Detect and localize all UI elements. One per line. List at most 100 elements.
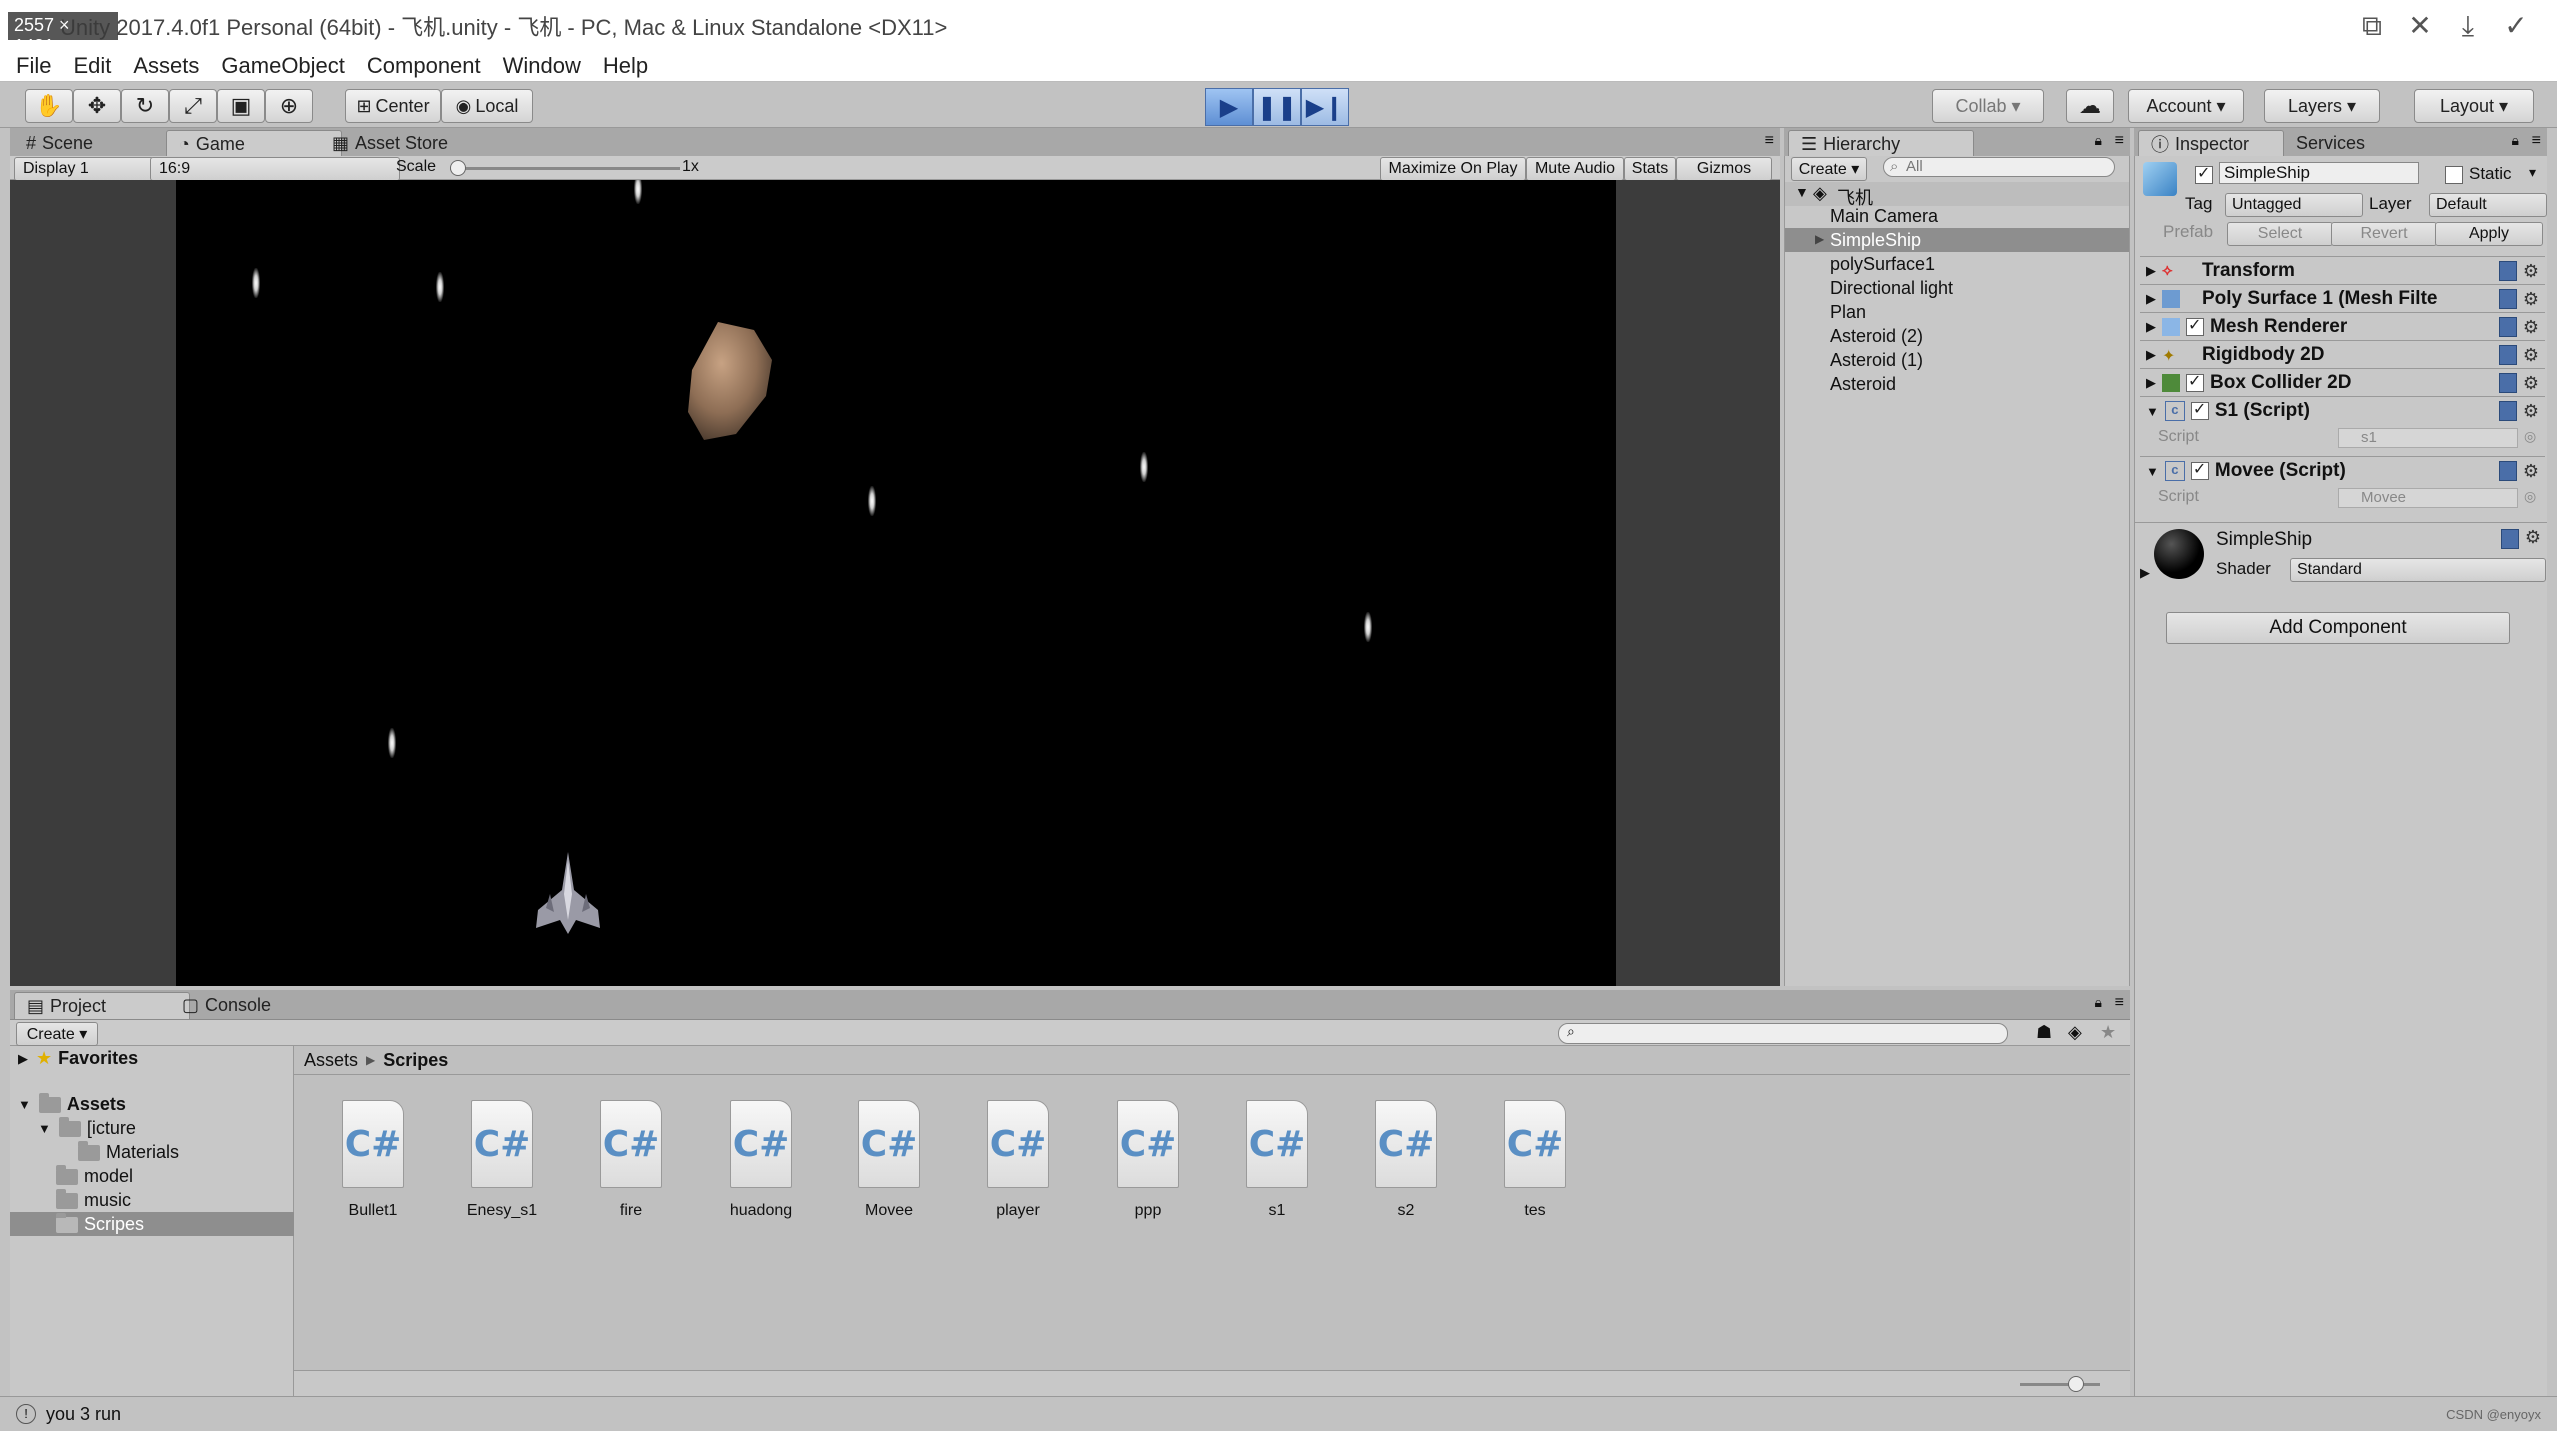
tree-item-model[interactable]: model <box>56 1164 133 1187</box>
tab-game[interactable]: ◔ Game <box>166 130 342 157</box>
icon-size-slider[interactable] <box>2020 1383 2100 1386</box>
check-icon[interactable]: ✓ <box>2498 8 2534 44</box>
tab-inspector[interactable]: ⓘ Inspector <box>2138 130 2284 157</box>
hand-tool-icon[interactable]: ✋ <box>25 89 73 123</box>
gear-icon[interactable]: ⚙ <box>2523 373 2539 394</box>
file-item[interactable]: C# Bullet1 <box>318 1100 428 1220</box>
pause-button[interactable]: ❚❚ <box>1253 88 1301 126</box>
menu-assets[interactable]: Assets <box>133 53 199 79</box>
active-checkbox[interactable] <box>2195 163 2213 184</box>
download-icon[interactable]: ⤓ <box>2450 8 2486 44</box>
aspect-dropdown[interactable]: 16:9 <box>150 157 400 181</box>
project-create-button[interactable]: Create ▾ <box>16 1022 98 1046</box>
favorites-row[interactable]: ▶ ★ Favorites <box>18 1048 138 1069</box>
favorite-star-icon[interactable]: ★ <box>2100 1022 2116 1043</box>
lock-icon[interactable]: 🔒︎ <box>2512 132 2519 149</box>
lock-icon[interactable]: 🔒︎ <box>2095 994 2102 1011</box>
file-item[interactable]: C# s1 <box>1222 1100 1332 1220</box>
menu-window[interactable]: Window <box>503 53 581 79</box>
gear-icon[interactable]: ⚙ <box>2523 261 2539 282</box>
hierarchy-search-input[interactable]: ⌕ All <box>1883 157 2115 177</box>
mesh-renderer-enabled-checkbox[interactable] <box>2186 315 2204 336</box>
step-button[interactable]: ▶❙ <box>1301 88 1349 126</box>
hierarchy-item-asteroid-2[interactable]: Asteroid (2) <box>1830 326 1923 347</box>
static-dropdown-icon[interactable]: ▾ <box>2529 164 2536 181</box>
help-book-icon[interactable] <box>2499 261 2517 281</box>
hierarchy-item-asteroid[interactable]: Asteroid <box>1830 374 1896 395</box>
panel-menu-icon[interactable]: ≡ <box>2115 994 2124 1012</box>
display-dropdown[interactable]: Display 1 <box>14 157 154 181</box>
file-item[interactable]: C# s2 <box>1351 1100 1461 1220</box>
help-book-icon[interactable] <box>2499 461 2517 481</box>
tab-console[interactable]: ▢ Console <box>170 992 283 1018</box>
static-checkbox[interactable] <box>2445 166 2463 184</box>
file-item[interactable]: C# fire <box>576 1100 686 1220</box>
component-transform[interactable]: ▶ ⟡ Transform ⚙ <box>2140 256 2545 285</box>
help-book-icon[interactable] <box>2499 289 2517 309</box>
menu-edit[interactable]: Edit <box>73 53 111 79</box>
layers-dropdown[interactable]: Layers ▾ <box>2264 89 2380 123</box>
breadcrumb-assets[interactable]: Assets <box>304 1050 358 1071</box>
hierarchy-item-simpleship[interactable]: SimpleShip <box>1830 230 1921 251</box>
gizmos-toggle[interactable]: Gizmos <box>1676 157 1772 181</box>
assets-row[interactable]: ▼ Assets <box>18 1092 126 1115</box>
help-book-icon[interactable] <box>2499 317 2517 337</box>
transform-tool-icon[interactable]: ⊕ <box>265 89 313 123</box>
hierarchy-item-asteroid-1[interactable]: Asteroid (1) <box>1830 350 1923 371</box>
menu-gameobject[interactable]: GameObject <box>221 53 345 79</box>
popout-icon[interactable]: ⧉ <box>2354 8 2390 44</box>
add-component-button[interactable]: Add Component <box>2166 612 2510 644</box>
menu-help[interactable]: Help <box>603 53 648 79</box>
s1-enabled-checkbox[interactable] <box>2190 399 2209 420</box>
tag-dropdown[interactable]: Untagged <box>2225 193 2363 217</box>
tab-services[interactable]: Services <box>2284 130 2377 156</box>
game-viewport[interactable] <box>176 180 1616 986</box>
account-dropdown[interactable]: Account ▾ <box>2128 89 2244 123</box>
scale-slider-handle[interactable] <box>450 160 466 176</box>
hierarchy-item-polysurface1[interactable]: polySurface1 <box>1830 254 1935 275</box>
file-item[interactable]: C# player <box>963 1100 1073 1220</box>
layout-dropdown[interactable]: Layout ▾ <box>2414 89 2534 123</box>
tab-hierarchy[interactable]: ☰ Hierarchy <box>1788 130 1974 157</box>
box-collider-enabled-checkbox[interactable] <box>2186 371 2204 392</box>
shader-dropdown[interactable]: Standard <box>2290 558 2546 582</box>
layer-dropdown[interactable]: Default <box>2429 193 2547 217</box>
filter-type-icon[interactable]: ☗ <box>2036 1022 2052 1043</box>
object-name-field[interactable]: SimpleShip <box>2219 162 2419 184</box>
hierarchy-item-plan[interactable]: Plan <box>1830 302 1866 323</box>
close-icon[interactable]: ✕ <box>2402 8 2438 44</box>
panel-menu-icon[interactable]: ≡ <box>2115 132 2124 150</box>
move-tool-icon[interactable]: ✥ <box>73 89 121 123</box>
help-book-icon[interactable] <box>2499 373 2517 393</box>
hierarchy-item-main-camera[interactable]: Main Camera <box>1830 206 1938 227</box>
filter-label-icon[interactable]: ◈ <box>2068 1022 2082 1043</box>
menu-component[interactable]: Component <box>367 53 481 79</box>
component-s1-script[interactable]: ▼ c S1 (Script) ⚙ <box>2140 396 2545 425</box>
help-book-icon[interactable] <box>2499 401 2517 421</box>
tree-item-music[interactable]: music <box>56 1188 131 1211</box>
component-movee-script[interactable]: ▼ c Movee (Script) ⚙ <box>2140 456 2545 485</box>
gear-icon[interactable]: ⚙ <box>2525 527 2541 548</box>
hierarchy-create-button[interactable]: Create ▾ <box>1791 157 1867 181</box>
menu-file[interactable]: File <box>16 53 51 79</box>
scale-tool-icon[interactable]: ⤢ <box>169 89 217 123</box>
panel-menu-icon[interactable]: ≡ <box>2532 132 2541 150</box>
file-item[interactable]: C# tes <box>1480 1100 1590 1220</box>
tree-item-materials[interactable]: Materials <box>78 1140 179 1163</box>
maximize-on-play-toggle[interactable]: Maximize On Play <box>1380 157 1526 181</box>
file-item[interactable]: C# Movee <box>834 1100 944 1220</box>
gear-icon[interactable]: ⚙ <box>2523 317 2539 338</box>
component-box-collider-2d[interactable]: ▶ Box Collider 2D ⚙ <box>2140 368 2545 397</box>
gear-icon[interactable]: ⚙ <box>2523 345 2539 366</box>
tab-asset-store[interactable]: ▦ Asset Store <box>320 130 460 156</box>
gear-icon[interactable]: ⚙ <box>2523 461 2539 482</box>
scale-slider[interactable] <box>450 167 680 170</box>
mute-audio-toggle[interactable]: Mute Audio <box>1526 157 1624 181</box>
rect-tool-icon[interactable]: ▣ <box>217 89 265 123</box>
play-button[interactable]: ▶ <box>1205 88 1253 126</box>
panel-menu-icon[interactable]: ≡ <box>1765 132 1774 150</box>
breadcrumb-scripes[interactable]: Scripes <box>383 1050 448 1071</box>
tab-project[interactable]: ▤ Project <box>14 992 190 1019</box>
hierarchy-item-directional-light[interactable]: Directional light <box>1830 278 1953 299</box>
tree-item-scripes[interactable]: Scripes <box>56 1212 144 1235</box>
